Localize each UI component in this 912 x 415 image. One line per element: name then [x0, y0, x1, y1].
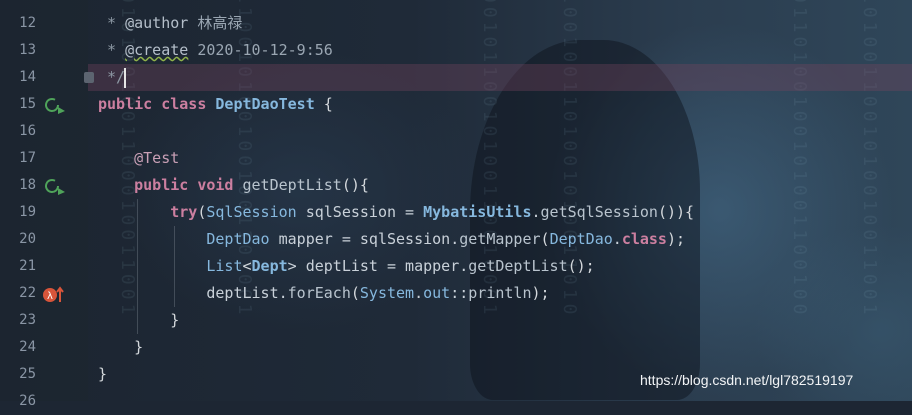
line-number: 16 — [19, 123, 36, 139]
line-content: List<Dept> deptList = mapper.getDeptList… — [206, 257, 595, 275]
code-line: 13 * @create 2020-10-12-9:56 — [0, 37, 912, 64]
line-content: * @create 2020-10-12-9:56 — [98, 41, 333, 59]
code-line: 22 λ deptList.forEach(System.out::printl… — [0, 280, 912, 307]
line-content: } — [134, 338, 144, 356]
text-cursor — [124, 68, 126, 88]
line-number: 15 — [19, 96, 36, 112]
line-number: 24 — [19, 339, 36, 355]
code-line: 14 */ — [0, 64, 912, 91]
line-number: 17 — [19, 150, 36, 166]
svg-text:λ: λ — [47, 291, 53, 302]
line-number: 22 — [19, 285, 36, 301]
line-content: public class DeptDaoTest { — [98, 95, 333, 113]
code-line: 16 — [0, 118, 912, 145]
code-line: 26 — [0, 388, 912, 415]
code-line: 17 @Test — [0, 145, 912, 172]
code-line: 12 * @author 林高禄 — [0, 10, 912, 37]
run-test-icon[interactable] — [44, 177, 66, 195]
line-content: try(SqlSession sqlSession = MybatisUtils… — [170, 203, 695, 221]
line-number: 21 — [19, 258, 36, 274]
code-line: 23 } — [0, 307, 912, 334]
line-number: 19 — [19, 204, 36, 220]
code-line: 15 public class DeptDaoTest { — [0, 91, 912, 118]
run-test-icon[interactable] — [44, 96, 66, 114]
fold-marker-icon[interactable] — [84, 72, 94, 83]
code-line: 19 try(SqlSession sqlSession = MybatisUt… — [0, 199, 912, 226]
line-number: 26 — [19, 393, 36, 409]
code-line: 24 } — [0, 334, 912, 361]
line-number: 23 — [19, 312, 36, 328]
line-number: 13 — [19, 42, 36, 58]
line-number: 18 — [19, 177, 36, 193]
line-content: */ — [98, 68, 126, 86]
line-number: 14 — [19, 69, 36, 85]
line-content: @Test — [134, 149, 180, 167]
watermark-url: https://blog.csdn.net/lgl782519197 — [640, 372, 854, 388]
code-line: 20 DeptDao mapper = sqlSession.getMapper… — [0, 226, 912, 253]
line-content: DeptDao mapper = sqlSession.getMapper(De… — [206, 230, 686, 248]
line-content: public void getDeptList(){ — [134, 176, 369, 194]
line-content: } — [98, 365, 108, 383]
line-number: 20 — [19, 231, 36, 247]
exception-lambda-icon[interactable]: λ — [42, 285, 64, 303]
line-number: 12 — [19, 15, 36, 31]
line-content: * @author 林高禄 — [98, 14, 243, 32]
line-content: } — [170, 311, 180, 329]
code-line: 18 public void getDeptList(){ — [0, 172, 912, 199]
line-content: deptList.forEach(System.out::println); — [206, 284, 550, 302]
code-line: 21 List<Dept> deptList = mapper.getDeptL… — [0, 253, 912, 280]
line-number: 25 — [19, 366, 36, 382]
